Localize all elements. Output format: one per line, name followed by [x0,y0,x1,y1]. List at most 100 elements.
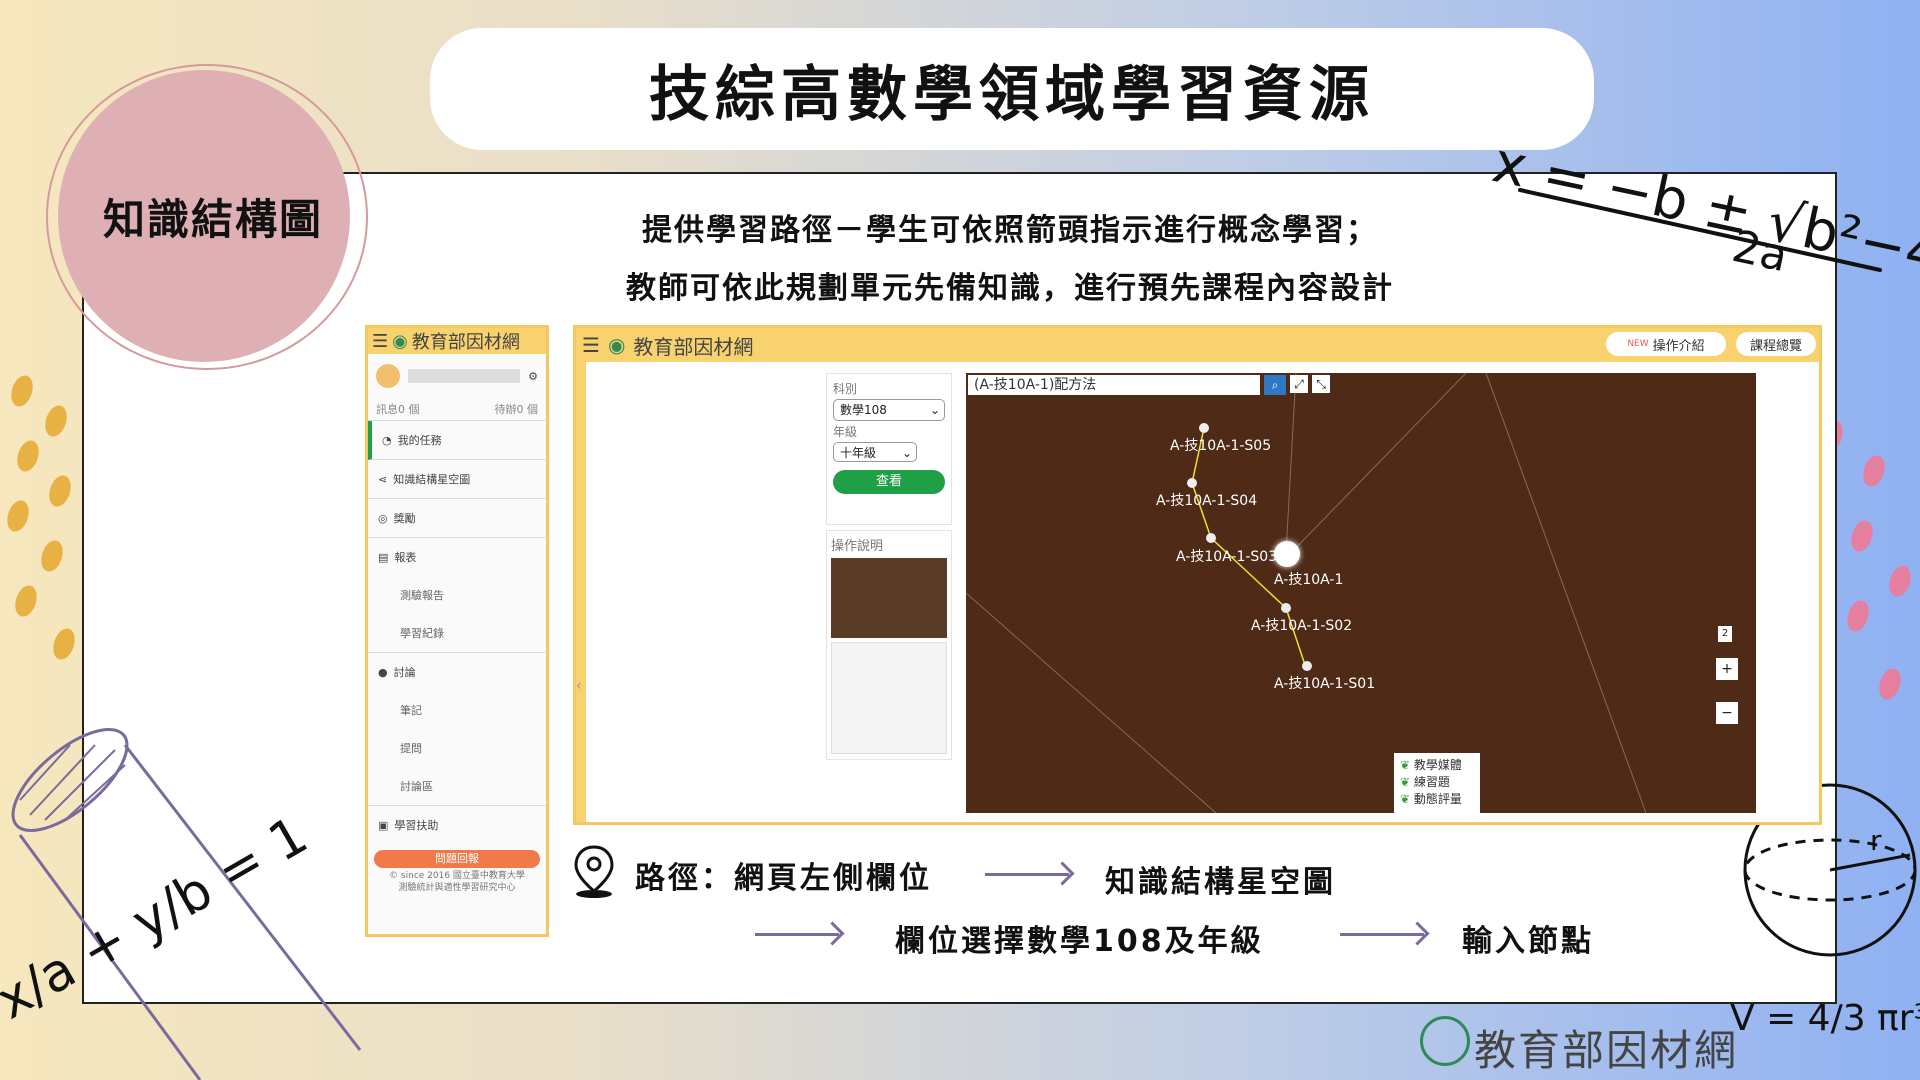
popup-item-practice[interactable]: ❦ 練習題 [1400,774,1474,791]
pending-count[interactable]: 待辦0 個 [495,401,539,417]
expand-icon[interactable]: ⤢ [1290,375,1308,393]
sidebar-subitem-learning-record[interactable]: 學習紀錄 [368,614,546,653]
grade-select[interactable]: 十年級 ⌄ [833,442,917,462]
path-step-2: 知識結構星空圖 [1105,865,1336,900]
share-icon: ⋖ [378,472,388,486]
sidebar-item-label: 獎勵 [393,512,416,525]
map-search-input[interactable]: (A-技10A-1)配方法 [968,375,1260,395]
collapse-left-icon[interactable]: ‹ [576,678,582,694]
path-step-4: 輸入節點 [1462,924,1594,959]
side-header: ☰ ◉ 教育部因材網 [368,328,546,354]
guide-thumbnail-top[interactable] [831,558,947,638]
popup-item-label: 練習題 [1413,775,1450,789]
map-node[interactable] [1199,423,1209,433]
course-overview-button[interactable]: 課程總覽 [1736,332,1816,356]
decor-dot [3,497,33,535]
messages-count[interactable]: 訊息0 個 [376,401,420,417]
side-panel-screenshot: ☰ ◉ 教育部因材網 ⚙ 訊息0 個 待辦0 個 ◔ 我的任務 ⋖ 知識結構星空圖 … [365,325,549,937]
leaf-icon: ❦ [1400,758,1411,772]
node-label: A-技10A-1-S02 [1251,618,1353,634]
sidebar-subitem-test-report[interactable]: 測驗報告 [368,576,546,614]
node-label: A-技10A-1-S04 [1156,493,1258,509]
arrow-icon [1340,933,1424,936]
title-banner: 技綜高數學領域學習資源 [430,28,1594,150]
sidebar-item-my-tasks[interactable]: ◔ 我的任務 [368,421,546,460]
sidebar-item-rewards[interactable]: ◎ 獎勵 [368,499,546,538]
sidebar-subitem-questions[interactable]: 提問 [368,729,546,767]
zoom-in-button[interactable]: + [1716,658,1738,680]
sidebar-item-reports[interactable]: ▤ 報表 [368,538,546,576]
description-line-1: 提供學習路徑－學生可依照箭頭指示進行概念學習； [642,213,1378,248]
node-label: A-技10A-1-S01 [1274,676,1376,692]
decor-dot [41,402,71,440]
decor-dot [1859,452,1889,490]
guide-label: 操作說明 [831,539,884,554]
user-name-blur [408,369,521,383]
popup-item-label: 動態評量 [1413,792,1462,806]
arrow-icon [985,873,1069,876]
decor-dot [37,537,67,575]
logo-icon: ◉ [392,330,408,352]
intro-button[interactable]: NEW 操作介紹 [1606,332,1726,356]
report-issue-button[interactable]: 問題回報 [374,850,540,868]
brand-logo-icon [1420,1016,1470,1066]
zoom-out-button[interactable]: − [1716,702,1738,724]
left-strip [576,362,586,822]
collapse-icon[interactable]: ⤡ [1312,375,1330,393]
selected-node[interactable] [1274,541,1300,567]
tasks-icon: ◔ [382,433,392,447]
subject-label: 科別 [833,382,858,396]
menu-icon[interactable]: ☰ [582,333,600,357]
main-site-name: 教育部因材網 [633,334,754,359]
quadratic-formula-art: x = −b ± √b²−4ac 2a [1487,130,1920,300]
path-step-3: 欄位選擇數學108及年級 [895,924,1264,959]
menu-icon[interactable]: ☰ [372,331,388,352]
decor-dot [49,625,79,663]
location-pin-icon [574,845,614,898]
section-circle: 知識結構圖 [58,70,350,362]
guide-thumbnail-bottom[interactable] [831,642,947,754]
map-node[interactable] [1206,533,1216,543]
subject-select[interactable]: 數學108 ⌄ [833,399,945,421]
knowledge-star-map[interactable]: (A-技10A-1)配方法 ⌕ ⤢ ⤡ A-技10A-1-S05 A-技10A-… [966,373,1756,813]
avatar[interactable] [376,364,400,388]
sidebar-subitem-notes[interactable]: 筆記 [368,691,546,729]
clipboard-icon: ▣ [378,818,389,832]
main-header: ☰ ◉ 教育部因材網 NEW 操作介紹 課程總覽 [576,328,1819,362]
sidebar-subitem-forum[interactable]: 討論區 [368,767,546,806]
gear-icon[interactable]: ⚙ [528,370,538,383]
user-row: ⚙ [368,354,546,398]
subject-value: 數學108 [840,403,887,417]
footer-line-2: 測驗統計與適性學習研究中心 [398,883,516,893]
popup-item-media[interactable]: ❦ 教學媒體 [1400,757,1474,774]
decor-dot [1847,517,1877,555]
decor-dot [45,472,75,510]
search-icon[interactable]: ⌕ [1264,375,1286,395]
intro-button-label: 操作介紹 [1652,338,1705,354]
chart-icon: ▤ [378,550,389,564]
cylinder-art: x/a + y/b = 1 [0,727,362,1080]
map-node[interactable] [1187,478,1197,488]
brand-name: 教育部因材網 [1474,1026,1739,1075]
decor-dot [1843,597,1873,635]
sidebar-item-learning-help[interactable]: ▣ 學習扶助 [368,806,546,844]
sidebar-item-knowledge-map[interactable]: ⋖ 知識結構星空圖 [368,460,546,499]
side-site-name: 教育部因材網 [411,332,520,353]
sphere-art: r V = 4/3 πr³ [1730,783,1920,1039]
sphere-formula: V = 4/3 πr³ [1730,998,1920,1039]
sidebar-item-label: 學習扶助 [394,819,439,832]
sidebar-item-discussion[interactable]: ● 討論 [368,653,546,691]
view-button[interactable]: 查看 [833,470,945,494]
sidebar-item-label: 知識結構星空圖 [393,473,471,486]
node-label: A-技10A-1-S05 [1170,438,1272,454]
quadratic-denominator: 2a [1728,221,1792,282]
map-node[interactable] [1281,603,1291,613]
node-label: A-技10A-1-S03 [1176,549,1278,565]
popup-item-assessment[interactable]: ❦ 動態評量 [1400,791,1474,808]
quadratic-numerator: x = −b ± √b²−4ac [1487,130,1920,300]
section-label: 知識結構圖 [102,194,323,244]
description-line-2: 教師可依此規劃單元先備知識，進行預先課程內容設計 [626,271,1394,306]
map-node[interactable] [1302,661,1312,671]
zoom-level: 2 [1718,626,1732,642]
chat-icon: ● [378,665,388,679]
